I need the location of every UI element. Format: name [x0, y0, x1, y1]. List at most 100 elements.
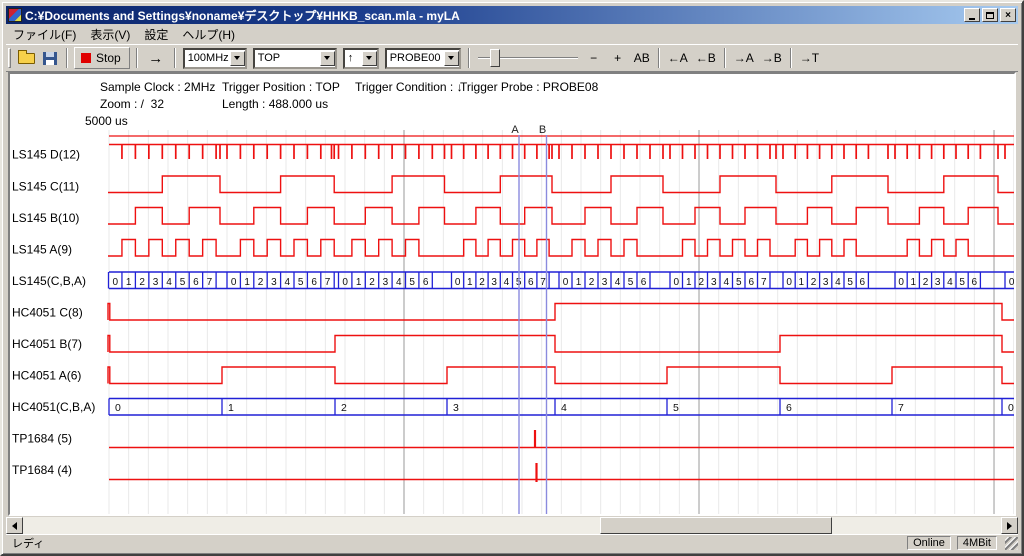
zoom-slider[interactable]	[478, 47, 578, 69]
stop-icon	[81, 53, 91, 63]
bus-value: 3	[453, 402, 459, 414]
bus-value: 6	[748, 277, 754, 288]
bus-value: 4	[166, 277, 172, 288]
slider-thumb[interactable]	[490, 49, 500, 67]
bus-value: 4	[615, 277, 621, 288]
bus-value: 5	[409, 277, 415, 288]
maximize-button[interactable]	[982, 8, 998, 22]
bus-value: 1	[356, 277, 362, 288]
bus-value: 0	[563, 277, 569, 288]
menu-settings[interactable]: 設定	[137, 25, 175, 44]
bus-value: 0	[673, 277, 679, 288]
bus-value: 5	[847, 277, 853, 288]
close-button[interactable]: ×	[1000, 8, 1016, 22]
bus-value: 5	[180, 277, 186, 288]
open-file-button[interactable]	[14, 47, 38, 69]
bus-value: 4	[396, 277, 402, 288]
scroll-left-button[interactable]	[6, 517, 23, 534]
bus-value: 6	[193, 277, 199, 288]
bus-value: 7	[540, 277, 546, 288]
signal-label: HC4051 C(8)	[12, 306, 83, 320]
minimize-button[interactable]	[964, 8, 980, 22]
toolbar-grip[interactable]	[8, 48, 11, 68]
bus-value: 4	[561, 402, 567, 414]
signal-label: HC4051 A(6)	[12, 369, 81, 383]
bus-value: 2	[139, 277, 145, 288]
bus-value: 7	[325, 277, 331, 288]
menu-file[interactable]: ファイル(F)	[6, 25, 83, 44]
probe-value: PROBE00	[387, 52, 444, 64]
bus-value: 0	[1009, 277, 1015, 288]
toolbar-separator	[136, 48, 138, 68]
run-button[interactable]: →	[142, 47, 170, 69]
status-online-badge: Online	[907, 536, 951, 550]
cursor-label-b: B	[539, 124, 546, 136]
probe-combobox[interactable]: PROBE00	[385, 48, 461, 69]
bus-value: 3	[602, 277, 608, 288]
cursor-b-right-button[interactable]: →B	[758, 47, 786, 69]
bus-value: 6	[786, 402, 792, 414]
trigger-position-combobox[interactable]: TOP	[253, 48, 337, 69]
bus-value: 7	[207, 277, 213, 288]
bus-value: 0	[455, 277, 461, 288]
bus-value: 6	[860, 277, 866, 288]
bus-value: 3	[383, 277, 389, 288]
ab-button[interactable]: AB	[630, 47, 654, 69]
menu-help[interactable]: ヘルプ(H)	[175, 25, 242, 44]
cursor-a-right-button[interactable]: →A	[730, 47, 758, 69]
trigger-position-dropdown-button[interactable]	[320, 51, 335, 66]
clock-combobox[interactable]: 100MHz	[183, 48, 247, 69]
bus-value: 2	[479, 277, 485, 288]
trigger-edge-dropdown-button[interactable]	[362, 51, 377, 66]
signal-label: LS145(C,B,A)	[12, 274, 86, 288]
bus-value: 5	[736, 277, 742, 288]
menu-bar: ファイル(F) 表示(V) 設定 ヘルプ(H)	[6, 25, 1018, 43]
clock-dropdown-button[interactable]	[230, 51, 245, 66]
menu-view[interactable]: 表示(V)	[83, 25, 137, 44]
maximize-icon	[986, 12, 994, 19]
horizontal-scrollbar[interactable]	[6, 517, 1018, 534]
bus-value: 0	[112, 277, 118, 288]
bus-value: 4	[723, 277, 729, 288]
bus-value: 1	[244, 277, 250, 288]
status-memory-badge: 4MBit	[957, 536, 997, 550]
bus-value: 6	[972, 277, 978, 288]
signal-label: LS145 D(12)	[12, 148, 80, 162]
waveform-plot[interactable]: LS145 D(12)LS145 C(11)LS145 B(10)LS145 A…	[10, 74, 1016, 516]
bus-value: 2	[811, 277, 817, 288]
bus-value: 4	[504, 277, 510, 288]
save-floppy-icon	[43, 52, 57, 65]
scrollbar-thumb[interactable]	[600, 517, 832, 534]
cursor-b-left-button[interactable]: ←B	[692, 47, 720, 69]
go-trigger-button[interactable]: →T	[796, 47, 823, 69]
bus-value: 3	[491, 277, 497, 288]
arrow-left-icon	[8, 522, 17, 530]
bus-value: 5	[628, 277, 634, 288]
trigger-position-value: TOP	[255, 52, 320, 64]
bus-value: 6	[423, 277, 429, 288]
probe-dropdown-button[interactable]	[444, 51, 459, 66]
signal-label: LS145 B(10)	[12, 211, 79, 225]
toolbar-separator	[724, 48, 726, 68]
scroll-right-button[interactable]	[1001, 517, 1018, 534]
bus-value: 1	[228, 402, 234, 414]
waveform-area[interactable]: Sample Clock : 2MHz Trigger Position : T…	[8, 72, 1016, 516]
zoom-out-button[interactable]: −	[582, 47, 606, 69]
app-icon	[8, 8, 22, 22]
bus-value: 0	[898, 277, 904, 288]
bus-value: 3	[153, 277, 159, 288]
resize-grip-icon[interactable]	[1005, 537, 1018, 550]
stop-button[interactable]: Stop	[74, 47, 130, 69]
scrollbar-track[interactable]	[23, 517, 1001, 534]
bus-value: 2	[341, 402, 347, 414]
bus-value: 2	[923, 277, 929, 288]
zoom-in-button[interactable]: +	[606, 47, 630, 69]
signal-label: TP1684 (5)	[12, 432, 72, 446]
bus-value: 6	[311, 277, 317, 288]
trigger-edge-combobox[interactable]: ↑	[343, 48, 379, 69]
status-ready-text: レディ	[6, 535, 907, 551]
save-file-button[interactable]	[38, 47, 62, 69]
cursor-a-left-button[interactable]: ←A	[664, 47, 692, 69]
bus-value: 5	[959, 277, 965, 288]
bus-value: 4	[835, 277, 841, 288]
